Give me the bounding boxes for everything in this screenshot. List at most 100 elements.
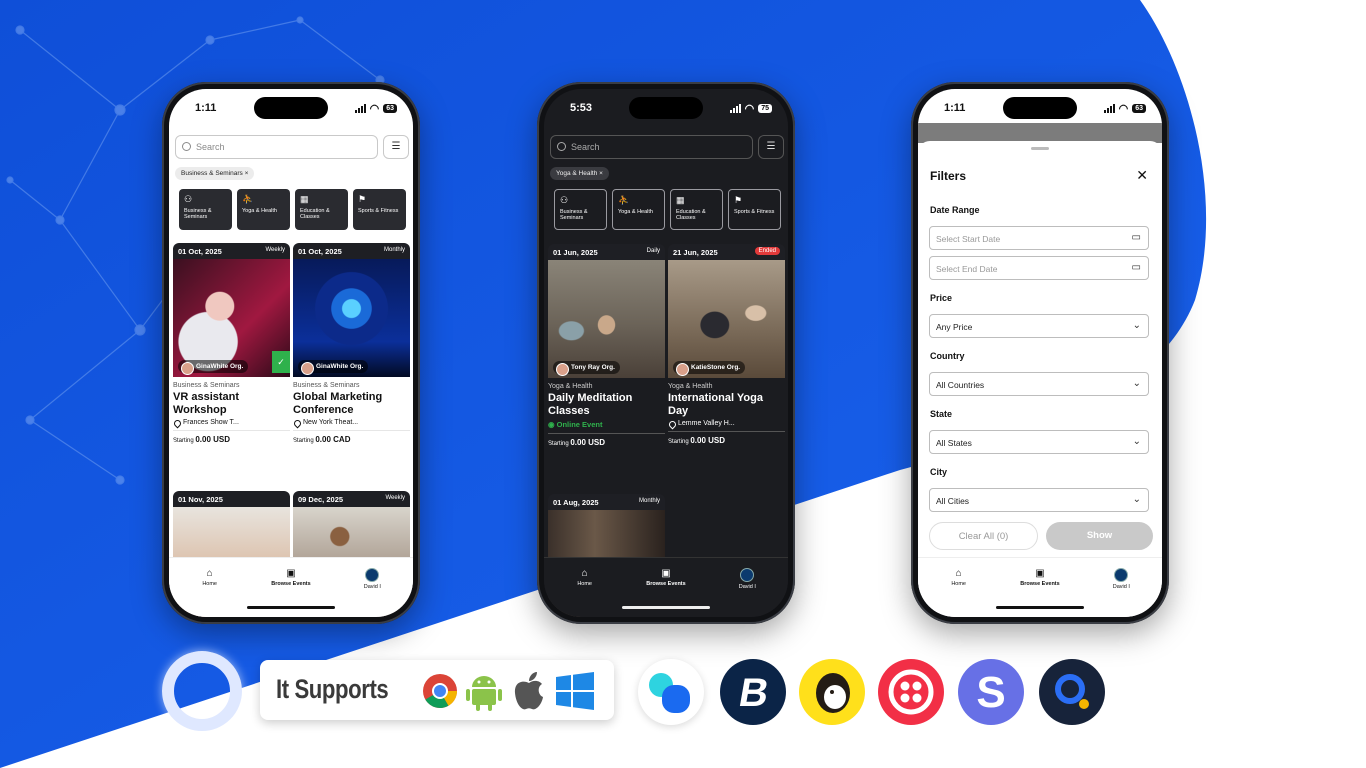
event-location: New York Theat... <box>293 419 410 426</box>
verified-icon: ✓ <box>272 351 290 373</box>
calendar-icon: ▣ <box>661 568 671 579</box>
category-yoga[interactable]: ⛹ Yoga & Health <box>612 189 665 230</box>
event-category: Yoga & Health <box>548 383 593 390</box>
active-filter-chip[interactable]: Business & Seminars × <box>175 167 255 180</box>
battery-icon: 63 <box>383 104 397 113</box>
nav-browse-events[interactable]: ▣ Browse Events <box>636 568 696 617</box>
category-yoga[interactable]: ⛹ Yoga & Health <box>237 189 290 230</box>
phone-filters: 1:11 ◠ 63 Filters ✕ Date Range Select St… <box>911 82 1169 624</box>
category-sports[interactable]: ⚑ Sports & Fitness <box>728 189 781 230</box>
platform-support-pill: It Supports <box>260 660 614 720</box>
event-title: Daily Meditation Classes <box>548 392 633 417</box>
event-title: VR assistant Workshop <box>173 391 240 416</box>
avatar <box>1114 568 1129 582</box>
category-row: ⚇ Business & Seminars ⛹ Yoga & Health ▦ Edu… <box>179 189 406 230</box>
nav-home[interactable]: ⌂ Home <box>555 568 615 617</box>
nav-home[interactable]: ⌂ Home <box>180 568 240 617</box>
yoga-icon: ⛹ <box>618 195 630 205</box>
event-card[interactable]: 21 Jun, 2025 Ended KatieStone Org. Yoga &… <box>668 244 785 445</box>
country-label: Country <box>930 351 965 361</box>
calendar-icon: ▭ <box>1131 262 1141 273</box>
filter-actions: Clear All (0) Show <box>929 522 1153 550</box>
search-icon <box>557 142 566 151</box>
sliders-icon: ☰ <box>766 141 776 152</box>
handshake-icon: ⚇ <box>560 195 569 205</box>
event-category: Business & Seminars <box>293 382 360 389</box>
home-icon: ⌂ <box>206 568 213 579</box>
dynamic-island <box>629 97 703 119</box>
nav-home[interactable]: ⌂ Home <box>929 568 989 617</box>
clear-all-button[interactable]: Clear All (0) <box>929 522 1038 550</box>
city-label: City <box>930 467 948 477</box>
windows-icon <box>556 672 594 710</box>
category-row: ⚇ Business & Seminars ⛹ Yoga & Health ▦ Edu… <box>554 189 781 230</box>
event-card[interactable]: 01 Oct, 2025 Weekly GinaWhite Org. ✓ Busi… <box>173 243 290 444</box>
event-price: Starting 0.00 USD <box>668 431 785 445</box>
home-indicator <box>996 606 1084 609</box>
category-education[interactable]: ▦ Education & Classes <box>295 189 348 230</box>
nav-browse-events[interactable]: ▣ Browse Events <box>261 568 321 617</box>
it-supports-label: It Supports <box>276 674 389 704</box>
calendar-icon: ▣ <box>1035 568 1045 579</box>
nav-browse-events[interactable]: ▣ Browse Events <box>1010 568 1070 617</box>
event-price: Starting 0.00 USD <box>548 433 665 447</box>
twilio-icon <box>878 659 944 725</box>
calendar-icon: ▭ <box>1131 232 1141 243</box>
apple-icon <box>514 672 543 710</box>
organizer-badge: GinaWhite Org. <box>178 360 249 375</box>
repeat-badge: Weekly <box>385 495 405 501</box>
event-date: 01 Aug, 2025 <box>553 498 599 507</box>
repeat-badge: Weekly <box>265 247 285 253</box>
category-sports[interactable]: ⚑ Sports & Fitness <box>353 189 406 230</box>
svg-text:S: S <box>976 668 1005 717</box>
filter-button[interactable]: ☰ <box>758 135 784 159</box>
calendar-icon: ▣ <box>286 568 296 579</box>
search-input[interactable]: Search <box>175 135 378 159</box>
battery-icon: 63 <box>1132 104 1146 113</box>
repeat-badge: Daily <box>646 248 660 254</box>
status-time: 1:11 <box>195 102 217 114</box>
home-icon: ⌂ <box>581 568 588 579</box>
show-button[interactable]: Show <box>1046 522 1153 550</box>
search-input[interactable]: Search <box>550 135 753 159</box>
drag-handle[interactable] <box>1031 147 1049 150</box>
active-filter-chip[interactable]: Yoga & Health × <box>550 167 609 180</box>
backdrop-overlay[interactable] <box>918 123 1162 143</box>
price-select[interactable]: Any Price ⌄ <box>929 314 1149 338</box>
category-education[interactable]: ▦ Education & Classes <box>670 189 723 230</box>
avatar <box>740 568 755 582</box>
filter-button[interactable]: ☰ <box>383 135 409 159</box>
home-indicator <box>247 606 335 609</box>
event-category: Business & Seminars <box>173 382 240 389</box>
start-date-field[interactable]: Select Start Date ▭ <box>929 226 1149 250</box>
status-time: 5:53 <box>570 102 593 114</box>
repeat-badge: Monthly <box>383 247 405 253</box>
category-business[interactable]: ⚇ Business & Seminars <box>179 189 232 230</box>
event-card[interactable]: 01 Jun, 2025 Daily Tony Ray Org. Yoga & H… <box>548 244 665 447</box>
nav-profile[interactable]: David I <box>1091 568 1151 617</box>
online-event-status: ◉ Online Event <box>548 420 603 429</box>
end-date-field[interactable]: Select End Date ▭ <box>929 256 1149 280</box>
board-icon: ▦ <box>676 195 685 205</box>
close-icon[interactable]: ✕ <box>1136 167 1148 184</box>
state-select[interactable]: All States ⌄ <box>929 430 1149 454</box>
event-location: Frances Show T... <box>173 419 290 426</box>
event-date: 01 Jun, 2025 <box>553 248 598 257</box>
country-select[interactable]: All Countries ⌄ <box>929 372 1149 396</box>
chevron-down-icon: ⌄ <box>1132 378 1141 389</box>
organizer-badge: KatieStone Org. <box>673 361 746 376</box>
event-card[interactable]: 01 Oct, 2025 Monthly GinaWhite Org. Busin… <box>293 243 410 444</box>
board-icon: ▦ <box>300 194 309 204</box>
city-select[interactable]: All Cities ⌄ <box>929 488 1149 512</box>
event-image: Tony Ray Org. <box>548 260 665 378</box>
event-location: Lemme Valley H... <box>668 420 785 427</box>
svg-text:B: B <box>736 670 773 715</box>
event-date: 01 Oct, 2025 <box>178 247 222 256</box>
nav-profile[interactable]: David I <box>717 568 777 617</box>
nav-profile[interactable]: David I <box>342 568 402 617</box>
yoga-icon: ⛹ <box>242 194 254 204</box>
event-date: 01 Nov, 2025 <box>178 495 223 504</box>
home-indicator <box>622 606 710 609</box>
category-business[interactable]: ⚇ Business & Seminars <box>554 189 607 230</box>
filters-title: Filters <box>930 169 967 183</box>
